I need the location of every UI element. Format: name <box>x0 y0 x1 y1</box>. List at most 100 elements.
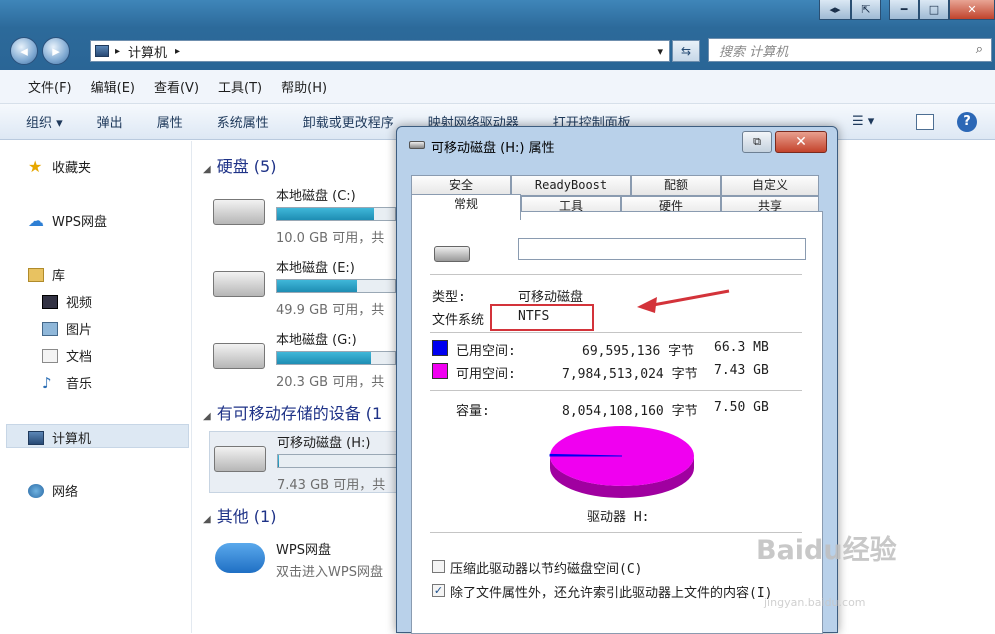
search-input[interactable]: 搜索 计算机 ⌕ <box>708 38 992 62</box>
organize-button[interactable]: 组织 ▾ <box>26 112 63 131</box>
group-header-other[interactable]: ◢ 其他 (1) <box>203 503 276 527</box>
title-bar: ◂▸ ⇱ ━ □ ✕ ◂ ▸ ▸ 计算机 ▸ ▾ ⇆ 搜索 计算机 ⌕ <box>0 0 995 70</box>
close-button[interactable]: ✕ <box>949 0 995 20</box>
free-label: 可用空间: <box>456 367 516 382</box>
collapse-icon[interactable]: ◢ <box>203 411 211 422</box>
capacity-fill <box>278 455 280 467</box>
tab-readyboost[interactable]: ReadyBoost <box>511 175 631 196</box>
nav-music-label: 音乐 <box>66 377 93 392</box>
computer-icon <box>28 430 44 445</box>
group-removable-label: 有可移动存储的设备 (1 <box>216 404 383 423</box>
nav-favorites[interactable]: ★ 收藏夹 <box>28 157 91 176</box>
hard-drive-windows-icon <box>213 199 265 225</box>
nav-network-label: 网络 <box>52 485 79 500</box>
annotation-highlight-box <box>490 304 594 331</box>
address-bar[interactable]: ▸ 计算机 ▸ ▾ <box>90 40 670 62</box>
window-controls: ◂▸ ⇱ ━ □ ✕ <box>819 0 995 22</box>
star-icon: ★ <box>28 156 43 176</box>
group-header-hdd[interactable]: ◢ 硬盘 (5) <box>203 153 276 177</box>
system-properties-button[interactable]: 系统属性 <box>217 112 269 131</box>
nav-documents-label: 文档 <box>66 350 93 365</box>
nav-music[interactable]: ♪ 音乐 <box>42 373 92 392</box>
volume-name-input[interactable] <box>518 238 806 260</box>
nav-computer[interactable]: 计算机 <box>28 428 91 447</box>
capacity-bar <box>276 351 396 365</box>
nav-libraries[interactable]: 库 <box>28 265 65 284</box>
free-size: 7.43 GB <box>714 363 769 378</box>
menu-view[interactable]: 查看(V) <box>154 77 199 96</box>
drive-icon-large <box>434 246 470 262</box>
dialog-help-button[interactable]: ⧉ <box>742 131 772 153</box>
computer-icon <box>95 45 109 57</box>
free-color-swatch <box>432 363 448 379</box>
used-color-swatch <box>432 340 448 356</box>
restore-icon[interactable]: ⇱ <box>851 0 881 20</box>
picture-icon <box>42 321 58 336</box>
eject-button[interactable]: 弹出 <box>97 112 123 131</box>
search-placeholder: 搜索 计算机 <box>719 44 789 60</box>
compress-checkbox[interactable] <box>432 560 445 573</box>
document-icon <box>42 348 58 363</box>
general-tab-panel: 类型: 可移动磁盘 文件系统 NTFS 已用空间: 69,595,136 字节 … <box>411 211 823 634</box>
capacity-bar <box>276 207 396 221</box>
preview-pane-icon[interactable] <box>916 113 934 130</box>
group-header-removable[interactable]: ◢ 有可移动存储的设备 (1 <box>203 400 382 424</box>
menu-edit[interactable]: 编辑(E) <box>91 77 135 96</box>
nav-favorites-label: 收藏夹 <box>52 161 92 176</box>
nav-documents[interactable]: 文档 <box>42 346 92 365</box>
nav-arrows-button[interactable]: ◂▸ <box>819 0 851 20</box>
forward-button[interactable]: ▸ <box>42 37 70 65</box>
nav-pictures[interactable]: 图片 <box>42 319 92 338</box>
drive-h[interactable]: 可移动磁盘 (H:) 7.43 GB 可用，共 <box>209 431 399 493</box>
view-options-icon[interactable]: ☰ ▾ <box>852 114 874 129</box>
free-bytes: 7,984,513,024 字节 <box>562 367 698 382</box>
back-button[interactable]: ◂ <box>10 37 38 65</box>
used-label: 已用空间: <box>456 344 516 359</box>
video-icon <box>42 294 58 309</box>
tab-quota[interactable]: 配额 <box>631 175 721 196</box>
drive-info: 49.9 GB 可用，共 <box>276 303 385 318</box>
capacity-size: 7.50 GB <box>714 400 769 415</box>
help-icon[interactable]: ? <box>957 111 977 132</box>
music-icon: ♪ <box>42 373 52 392</box>
folder-icon <box>28 267 44 282</box>
tab-general[interactable]: 常规 <box>411 194 521 220</box>
annotation-arrow-icon <box>637 289 730 313</box>
address-dropdown-icon[interactable]: ▾ <box>657 45 663 58</box>
uninstall-button[interactable]: 卸载或更改程序 <box>303 112 394 131</box>
type-value: 可移动磁盘 <box>518 290 584 305</box>
tab-security[interactable]: 安全 <box>411 175 511 196</box>
nav-videos[interactable]: 视频 <box>42 292 92 311</box>
tab-customize[interactable]: 自定义 <box>721 175 819 196</box>
minimize-button[interactable]: ━ <box>889 0 919 20</box>
index-checkbox[interactable]: ✓ <box>432 584 445 597</box>
breadcrumb-sep-end[interactable]: ▸ <box>175 46 180 57</box>
menu-help[interactable]: 帮助(H) <box>281 77 327 96</box>
menu-tools[interactable]: 工具(T) <box>218 77 262 96</box>
nav-videos-label: 视频 <box>66 296 93 311</box>
nav-network[interactable]: 网络 <box>28 481 78 500</box>
drive-name: 本地磁盘 (G:) <box>276 333 357 348</box>
nav-wps-label: WPS网盘 <box>52 215 107 230</box>
used-size: 66.3 MB <box>714 340 769 355</box>
index-label: 除了文件属性外，还允许索引此驱动器上文件的内容(I) <box>450 586 773 601</box>
breadcrumb-sep: ▸ <box>115 45 121 57</box>
dialog-close-button[interactable]: ✕ <box>775 131 827 153</box>
maximize-button[interactable]: □ <box>919 0 949 20</box>
collapse-icon[interactable]: ◢ <box>203 514 211 525</box>
search-icon[interactable]: ⌕ <box>976 42 983 57</box>
nav-wps[interactable]: ☁ WPS网盘 <box>28 211 107 230</box>
refresh-button[interactable]: ⇆ <box>672 40 700 62</box>
used-bytes: 69,595,136 字节 <box>582 344 695 359</box>
menu-file[interactable]: 文件(F) <box>28 77 72 96</box>
breadcrumb-computer[interactable]: 计算机 <box>128 42 167 61</box>
navigation-pane: ★ 收藏夹 ☁ WPS网盘 库 视频 图片 文档 ♪ 音乐 计算机 网络 <box>0 141 192 633</box>
collapse-icon[interactable]: ◢ <box>203 164 211 175</box>
divider <box>430 332 802 333</box>
type-label: 类型: <box>432 290 466 305</box>
capacity-label: 容量: <box>456 404 490 419</box>
drive-letter-label: 驱动器 H: <box>587 510 650 525</box>
capacity-fill <box>277 352 372 364</box>
properties-button[interactable]: 属性 <box>157 112 183 131</box>
menu-bar: 文件(F) 编辑(E) 查看(V) 工具(T) 帮助(H) <box>0 70 995 104</box>
